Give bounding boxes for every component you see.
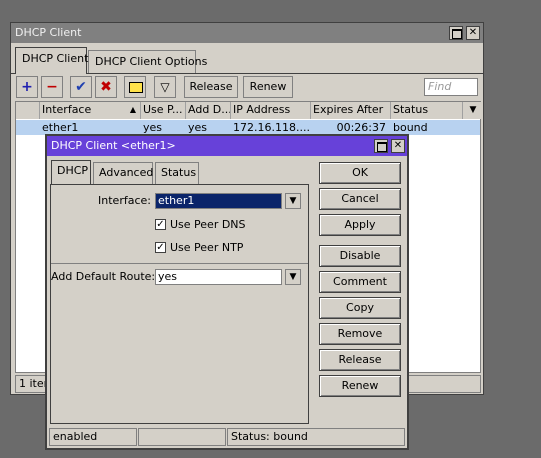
enable-button[interactable]: ✔ (70, 76, 92, 98)
release-button[interactable]: Release (184, 76, 238, 98)
tab-dhcp[interactable]: DHCP (51, 160, 91, 184)
remove-button[interactable]: − (41, 76, 63, 98)
cell-status: bound (393, 121, 428, 134)
use-peer-dns-checkbox[interactable]: ✓ (155, 219, 166, 230)
status-bound: Status: bound (227, 428, 405, 446)
dialog-title: DHCP Client <ether1> (51, 139, 176, 152)
header-label: Status (393, 103, 429, 116)
x-icon: ✖ (100, 79, 112, 95)
cell-use-peer: yes (143, 121, 163, 134)
tab-label: Advanced (99, 166, 154, 179)
dialog-title-bar[interactable]: DHCP Client <ether1> (47, 136, 407, 156)
header-use-peer[interactable]: Use P... (141, 102, 186, 119)
header-interface[interactable]: Interface ▲ (40, 102, 141, 119)
filter-button[interactable]: ▽ (154, 76, 176, 98)
interface-label: Interface: (98, 194, 151, 207)
add-default-route-select[interactable]: yes (155, 269, 282, 285)
column-menu-icon[interactable]: ▼ (463, 102, 481, 119)
table-header: Interface ▲ Use P... Add D... IP Address… (16, 102, 481, 119)
find-placeholder: Find (428, 80, 452, 93)
copy-button[interactable]: Copy (319, 297, 401, 319)
cell-expires-after: 00:26:37 (336, 121, 386, 134)
header-status[interactable]: Status (391, 102, 463, 119)
header-ip-address[interactable]: IP Address (231, 102, 311, 119)
minus-icon: − (46, 79, 58, 95)
release-button[interactable]: Release (319, 349, 401, 371)
interface-value: ether1 (158, 194, 195, 207)
header-expires-after[interactable]: Expires After (311, 102, 391, 119)
use-peer-ntp-label: Use Peer NTP (170, 241, 244, 254)
add-default-route-dropdown-icon[interactable]: ▼ (285, 269, 301, 285)
apply-button[interactable]: Apply (319, 214, 401, 236)
dialog-close-icon[interactable]: ✕ (391, 139, 405, 153)
header-label: Add D... (188, 103, 231, 116)
comment-button[interactable]: Comment (319, 271, 401, 293)
tab-dhcp-client[interactable]: DHCP Client (15, 47, 89, 74)
header-label: IP Address (233, 103, 291, 116)
filter-icon: ▽ (160, 80, 170, 94)
cancel-button[interactable]: Cancel (319, 188, 401, 210)
check-icon: ✔ (75, 79, 87, 95)
use-peer-dns-label: Use Peer DNS (170, 218, 246, 231)
dhcp-form-panel: Interface: ether1 ▼ ✓ Use Peer DNS ✓ Use… (50, 184, 309, 424)
renew-button-label: Renew (249, 80, 287, 93)
add-default-route-value: yes (158, 270, 178, 283)
close-icon[interactable]: ✕ (466, 26, 480, 40)
tab-label: Status (161, 166, 197, 179)
maximize-icon[interactable] (449, 26, 463, 40)
add-button[interactable]: + (16, 76, 38, 98)
release-button-label: Release (189, 80, 233, 93)
header-cell-blank (16, 102, 40, 119)
comment-button[interactable] (124, 76, 146, 98)
dhcp-client-dialog: DHCP Client <ether1> ✕ DHCP Advanced Sta… (45, 134, 409, 450)
tab-dhcp-client-options[interactable]: DHCP Client Options (88, 50, 207, 74)
interface-select[interactable]: ether1 (155, 193, 282, 209)
cell-ip-address: 172.16.118.... (233, 121, 310, 134)
dialog-maximize-icon[interactable] (374, 139, 388, 153)
plus-icon: + (21, 79, 33, 95)
form-divider (51, 263, 308, 264)
find-input[interactable]: Find (424, 78, 478, 96)
use-peer-ntp-checkbox[interactable]: ✓ (155, 242, 166, 253)
header-add-default[interactable]: Add D... (186, 102, 231, 119)
renew-button[interactable]: Renew (243, 76, 293, 98)
tab-label: DHCP Client (22, 52, 89, 65)
disable-button[interactable]: Disable (319, 245, 401, 267)
renew-button[interactable]: Renew (319, 375, 401, 397)
window-title-bar[interactable]: DHCP Client (11, 23, 483, 43)
add-default-route-label: Add Default Route: (51, 270, 156, 283)
note-icon (125, 77, 145, 97)
tab-advanced[interactable]: Advanced (93, 162, 153, 184)
tab-label: DHCP (57, 164, 89, 177)
tab-status[interactable]: Status (155, 162, 199, 184)
remove-button[interactable]: Remove (319, 323, 401, 345)
header-label: Interface (42, 103, 92, 116)
tab-label: DHCP Client Options (95, 55, 208, 68)
window-title: DHCP Client (15, 26, 82, 39)
header-label: Use P... (143, 103, 183, 116)
status-enabled: enabled (49, 428, 137, 446)
sort-asc-icon: ▲ (129, 105, 136, 114)
status-middle (138, 428, 226, 446)
cell-interface: ether1 (42, 121, 79, 134)
disable-button[interactable]: ✖ (95, 76, 117, 98)
ok-button[interactable]: OK (319, 162, 401, 184)
table-row[interactable]: ether1 yes yes 172.16.118.... 00:26:37 b… (16, 120, 480, 135)
cell-add-default: yes (188, 121, 208, 134)
interface-dropdown-icon[interactable]: ▼ (285, 193, 301, 209)
header-label: Expires After (313, 103, 384, 116)
